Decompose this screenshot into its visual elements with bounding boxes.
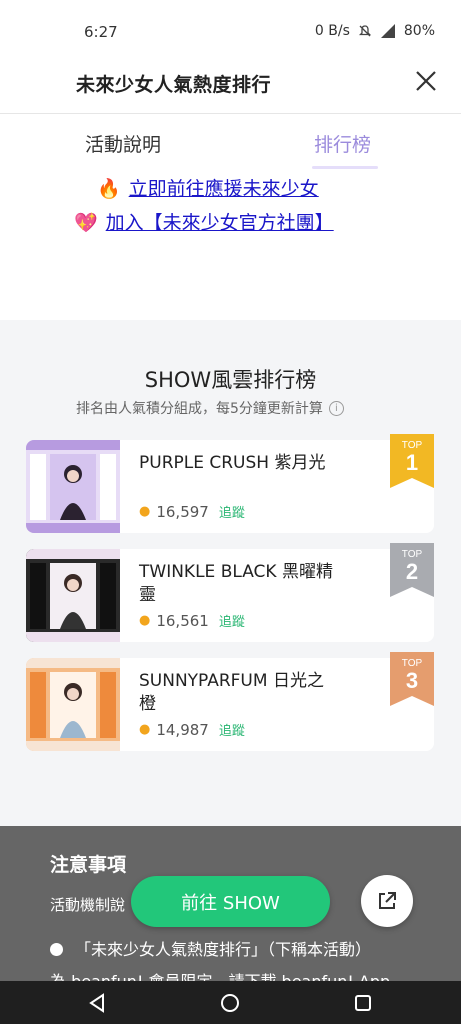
notice-title: 注意事項 (50, 854, 127, 876)
app-header: 未來少女人氣熱度排行 (0, 62, 461, 114)
follow-button[interactable]: 追蹤 (219, 720, 245, 739)
join-group-link-text: 加入【未來少女官方社團】 (105, 212, 334, 234)
score-value: 14,987 (156, 720, 209, 739)
page-title: 未來少女人氣熱度排行 (76, 74, 272, 96)
signal-icon (380, 24, 395, 38)
battery-level: 80% (403, 23, 435, 39)
rank-badge-icon: TOP 3 (390, 652, 434, 706)
badge-rank-number: 3 (406, 668, 418, 693)
tab-leaderboard[interactable]: 排行榜 (314, 130, 371, 157)
flame-icon: ● (139, 613, 151, 628)
recents-icon[interactable] (351, 991, 375, 1015)
info-icon[interactable]: i (328, 400, 344, 416)
support-link[interactable]: 🔥 立即前往應援未來少女 (97, 174, 319, 201)
badge-rank-number: 1 (406, 450, 418, 475)
group-name: TWINKLE BLACK 黑曜精靈 (139, 562, 333, 605)
network-speed: 0 B/s (314, 23, 350, 39)
tab-bar: 活動說明 排行榜 (0, 126, 461, 172)
follow-button[interactable]: 追蹤 (219, 502, 245, 521)
rank-badge-icon: TOP 1 (390, 434, 434, 488)
flame-icon: ● (139, 504, 151, 519)
bullet-icon (50, 943, 63, 956)
share-button[interactable] (361, 875, 413, 927)
status-time: 6:27 (84, 23, 118, 41)
external-link-icon (379, 892, 396, 909)
fire-icon: 🔥 (97, 178, 121, 200)
mute-icon (358, 25, 371, 37)
score-row: ● 16,597 追蹤 (139, 502, 245, 522)
home-icon[interactable] (218, 991, 242, 1015)
heart-icon: 💖 (74, 212, 98, 234)
ranking-subtitle: 排名由人氣積分組成，每5分鐘更新計算 i (76, 398, 344, 418)
flame-icon: ● (139, 722, 151, 737)
badge-rank-number: 2 (406, 559, 418, 584)
follow-button[interactable]: 追蹤 (219, 611, 245, 630)
group-thumbnail (26, 549, 120, 642)
score-row: ● 14,987 追蹤 (139, 720, 245, 740)
active-tab-indicator (312, 166, 378, 169)
notice-text-line-1: 「未來少女人氣熱度排行」（下稱本活動） (75, 940, 372, 959)
ranking-subtitle-text: 排名由人氣積分組成，每5分鐘更新計算 (76, 401, 323, 417)
tab-event-info[interactable]: 活動說明 (85, 130, 161, 157)
rank-badge-icon: TOP 2 (390, 543, 434, 597)
support-link-text: 立即前往應援未來少女 (128, 178, 319, 200)
ranking-section: SHOW風雲排行榜 排名由人氣積分組成，每5分鐘更新計算 i PURPLE CR… (0, 320, 461, 826)
back-icon[interactable] (86, 991, 110, 1015)
score-row: ● 16,561 追蹤 (139, 611, 245, 631)
ranking-card-3[interactable]: SUNNYPARFUM 日光之橙 ● 14,987 追蹤 TOP 3 (26, 652, 434, 751)
group-thumbnail (26, 440, 120, 533)
join-group-link[interactable]: 💖 加入【未來少女官方社團】 (74, 208, 334, 235)
notice-subheading: 活動機制說 (50, 896, 126, 914)
close-icon[interactable] (413, 68, 439, 94)
group-thumbnail (26, 658, 120, 751)
go-show-button[interactable]: 前往 SHOW (131, 876, 330, 927)
status-bar: 6:27 0 B/s 80% (0, 0, 461, 62)
ranking-card-2[interactable]: TWINKLE BLACK 黑曜精靈 ● 16,561 追蹤 TOP 2 (26, 543, 434, 642)
ranking-title: SHOW風雲排行榜 (144, 368, 317, 392)
status-icons: 0 B/s 80% (315, 23, 435, 39)
system-nav-bar (0, 981, 461, 1024)
group-name: PURPLE CRUSH 紫月光 (139, 453, 326, 473)
ranking-card-1[interactable]: PURPLE CRUSH 紫月光 ● 16,597 追蹤 TOP 1 (26, 434, 434, 533)
notice-text: 「未來少女人氣熱度排行」（下稱本活動） (50, 936, 371, 960)
group-name: SUNNYPARFUM 日光之橙 (139, 671, 324, 714)
score-value: 16,597 (156, 502, 209, 521)
score-value: 16,561 (156, 611, 209, 630)
